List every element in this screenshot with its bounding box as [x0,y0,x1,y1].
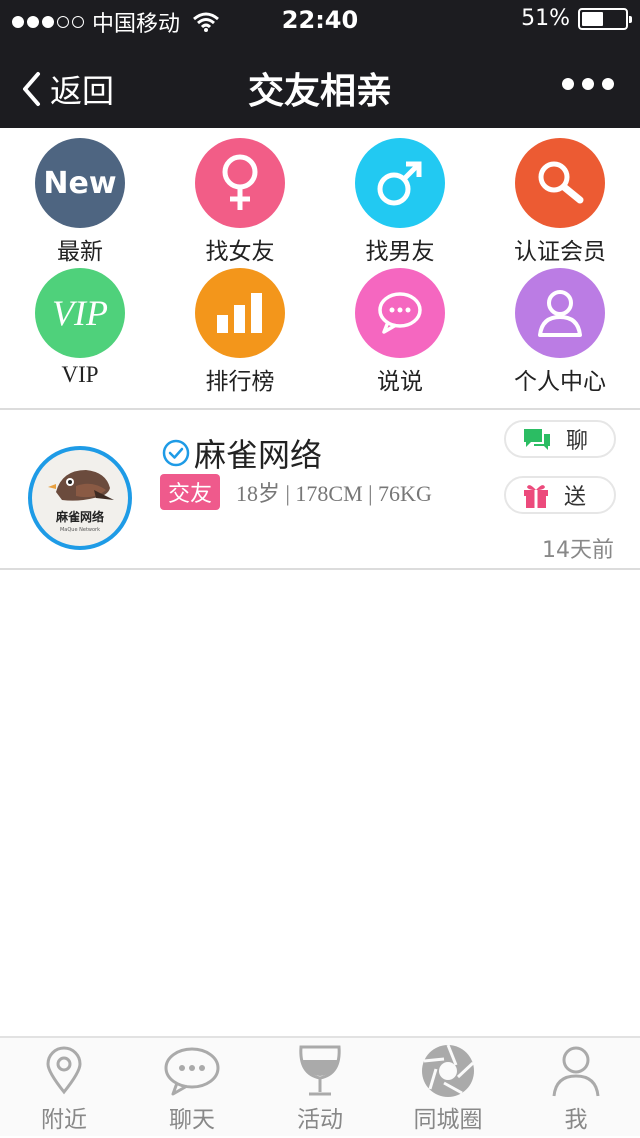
menu-item-latest[interactable]: New 最新 [0,128,160,265]
chat-label: 聊 [566,429,589,454]
female-icon [195,138,285,228]
gift-label: 送 [564,485,587,510]
chat-icon [522,427,552,451]
new-icon: New [35,138,125,228]
tab-activities[interactable]: 活动 [256,1038,384,1138]
profile-stats: 18岁 | 178CM | 76KG [236,481,432,506]
user-icon [515,268,605,358]
tab-bar: 附近 聊天 活动 同城圈 我 [0,1036,640,1136]
page-title: 交友相亲 [247,71,392,112]
wine-glass-icon [256,1038,384,1104]
tab-nearby[interactable]: 附近 [0,1038,128,1138]
menu-item-verified-members[interactable]: 认证会员 [480,128,640,265]
header: 中国移动 22:40 51% 返回 交友相亲 [0,0,640,128]
battery-icon [578,7,632,30]
menu-item-find-girlfriend[interactable]: 找女友 [160,128,320,265]
menu-label: 排行榜 [205,369,275,395]
last-active-time: 14天前 [542,538,614,563]
menu-item-vip[interactable]: VIP VIP [0,258,160,388]
menu-item-ranking[interactable]: 排行榜 [160,258,320,395]
more-button[interactable] [562,78,614,90]
category-menu: New 最新 找女友 找男友 认证会员 VIP VIP 排行榜 说说 个人中心 [0,128,640,408]
sparrow-logo-icon: 麻雀网络 MaQue Network [48,470,114,533]
chat-button[interactable]: 聊 [504,420,616,458]
profile-tag: 交友 [160,474,221,510]
menu-item-find-boyfriend[interactable]: 找男友 [320,128,480,265]
search-icon [515,138,605,228]
location-pin-icon [0,1038,128,1104]
vip-icon: VIP [35,268,125,358]
nav-bar: 返回 交友相亲 [0,48,640,120]
ranking-icon [195,268,285,358]
tab-label: 聊天 [169,1107,215,1133]
status-bar: 中国移动 22:40 51% [0,0,640,40]
menu-label: 个人中心 [514,369,606,395]
tab-label: 活动 [297,1107,343,1133]
divider [0,568,640,570]
profile-card[interactable]: 麻雀网络 MaQue Network 麻雀网络 交友 18岁 | 178CM |… [0,410,640,568]
chat-icon [128,1038,256,1104]
male-icon [355,138,445,228]
tab-label: 附近 [41,1107,87,1133]
menu-label: VIP [61,362,99,387]
menu-label: 说说 [377,369,423,395]
menu-item-moments[interactable]: 说说 [320,258,480,395]
gift-icon [522,481,550,509]
tab-label: 同城圈 [413,1107,483,1133]
person-icon [512,1038,640,1104]
tab-label: 我 [564,1107,588,1133]
menu-item-profile-center[interactable]: 个人中心 [480,258,640,395]
chat-bubble-icon [355,268,445,358]
aperture-icon [384,1038,512,1104]
profile-name: 麻雀网络 [194,436,323,474]
battery-percent: 51% [521,6,570,31]
svg-text:麻雀网络: 麻雀网络 [55,509,104,524]
svg-text:MaQue Network: MaQue Network [60,527,100,533]
avatar[interactable]: 麻雀网络 MaQue Network [28,446,132,550]
gift-button[interactable]: 送 [504,476,616,514]
tab-local-circle[interactable]: 同城圈 [384,1038,512,1138]
verified-icon [162,439,190,467]
tab-me[interactable]: 我 [512,1038,640,1138]
tab-chat[interactable]: 聊天 [128,1038,256,1138]
